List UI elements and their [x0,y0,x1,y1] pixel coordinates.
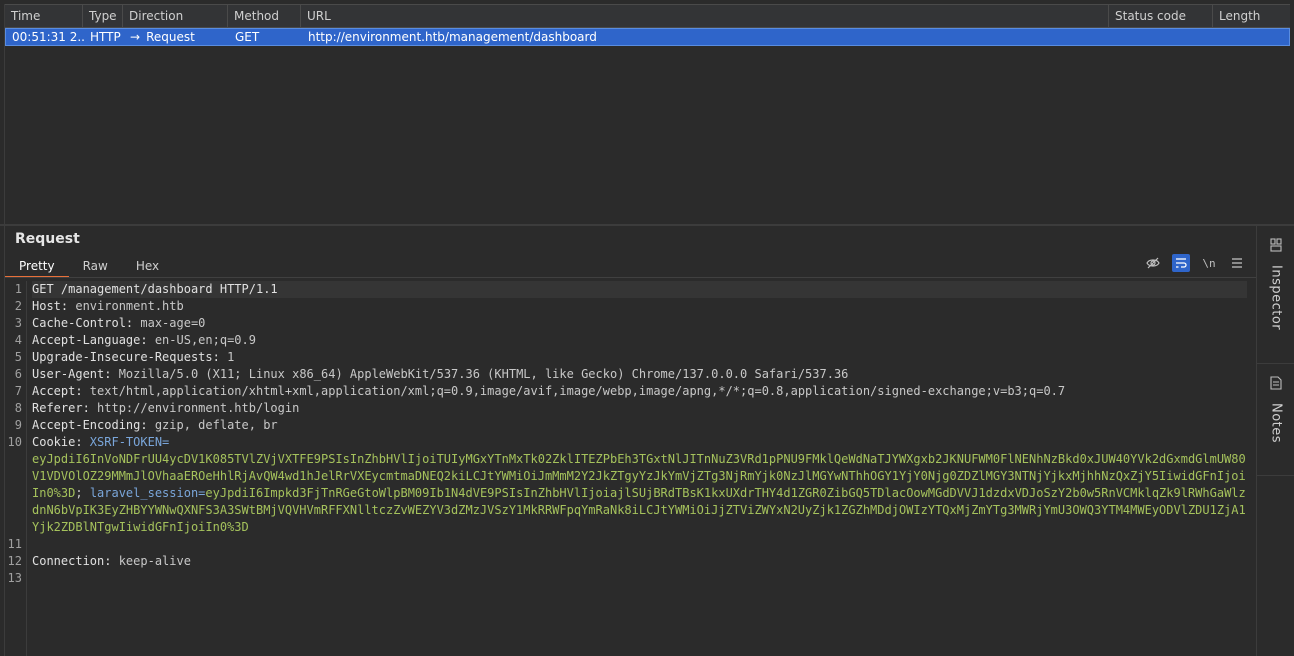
column-status-code[interactable]: Status code [1109,5,1213,27]
editor-toolbar: \n [1144,254,1246,272]
request-line: GET /management/dashboard HTTP/1.1 [32,281,1247,298]
header-connection: Connection: keep-alive [32,554,191,568]
cookie-session-value: eyJpdiI6Impkd3FjTnRGeGtoWlpBM09Ib1N4dVE9… [32,486,1246,534]
hamburger-menu-icon[interactable] [1228,254,1246,272]
column-method[interactable]: Method [228,5,301,27]
notes-icon [1270,376,1282,393]
tab-hex[interactable]: Hex [122,256,173,278]
table-row[interactable]: 00:51:31 2... HTTP → Request GET http://e… [5,28,1290,46]
column-url[interactable]: URL [301,5,1109,27]
request-pane: Request Pretty Raw Hex \n 1 2 3 4 5 6 7 … [4,226,1257,656]
column-direction[interactable]: Direction [123,5,228,27]
column-length[interactable]: Length [1213,5,1290,27]
request-tabs: Pretty Raw Hex [5,256,173,278]
row-method: GET [235,30,260,44]
header-user-agent: User-Agent: Mozilla/5.0 (X11; Linux x86_… [32,367,849,381]
line-number: 11 [7,537,22,551]
row-direction-label: Request [146,30,195,44]
tab-raw[interactable]: Raw [69,256,122,278]
header-upgrade-insecure: Upgrade-Insecure-Requests: 1 [32,350,235,364]
header-host: Host: environment.htb [32,299,184,313]
eye-slash-icon[interactable] [1144,254,1162,272]
arrow-right-icon: → [130,30,141,44]
row-status [1110,29,1214,45]
line-number: 8 [14,401,22,415]
request-code: GET /management/dashboard HTTP/1.1 Host:… [32,281,1247,604]
header-cache-control: Cache-Control: max-age=0 [32,316,206,330]
row-type: HTTP [90,30,121,44]
line-number: 9 [14,418,22,432]
header-accept-encoding: Accept-Encoding: gzip, deflate, br [32,418,278,432]
line-number: 1 [14,282,22,296]
line-number: 3 [14,316,22,330]
tab-pretty[interactable]: Pretty [5,256,69,278]
inspector-icon [1270,238,1282,255]
notes-tab[interactable]: Notes [1257,364,1294,476]
wrap-lines-icon[interactable] [1172,254,1190,272]
line-number-gutter: 1 2 3 4 5 6 7 8 9 10 11 12 13 [5,281,27,656]
cookie-session-name: laravel_session= [89,486,206,500]
column-type[interactable]: Type [83,5,123,27]
inspector-label: Inspector [1268,265,1284,331]
line-number: 6 [14,367,22,381]
line-number: 7 [14,384,22,398]
inspector-tab[interactable]: Inspector [1257,226,1294,364]
request-title: Request [15,231,80,247]
cookie-block: eyJpdiI6InVoNDFrUU4ycDV1K085TVlZVjVXTFE9… [32,452,1246,534]
header-cookie: Cookie: XSRF-TOKEN= [32,435,170,449]
newline-toggle-button[interactable]: \n [1200,254,1218,272]
history-table: Time Type Direction Method URL Status co… [4,4,1290,224]
tab-divider [5,277,1257,278]
row-direction: → Request [124,29,229,45]
line-number: 10 [7,435,22,449]
header-accept-language: Accept-Language: en-US,en;q=0.9 [32,333,256,347]
line-number: 2 [14,299,22,313]
row-time: 00:51:31 2... [12,30,84,44]
header-referer: Referer: http://environment.htb/login [32,401,300,415]
row-length [1214,29,1289,45]
row-url: http://environment.htb/management/dashbo… [308,30,597,44]
cookie-xsrf-name: XSRF-TOKEN= [82,435,170,449]
column-time[interactable]: Time [5,5,83,27]
history-header: Time Type Direction Method URL Status co… [5,4,1290,28]
right-sidebar: Inspector Notes [1256,226,1294,656]
notes-label: Notes [1268,403,1284,444]
line-number: 5 [14,350,22,364]
line-number: 4 [14,333,22,347]
line-number: 12 [7,554,22,568]
request-editor[interactable]: 1 2 3 4 5 6 7 8 9 10 11 12 13 GET /manag… [5,281,1257,656]
line-number: 13 [7,571,22,585]
header-accept: Accept: text/html,application/xhtml+xml,… [32,384,1066,398]
